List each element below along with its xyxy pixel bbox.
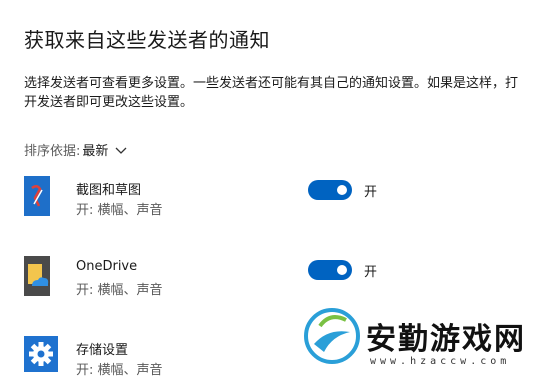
sort-dropdown[interactable]: 排序依据: 最新	[24, 140, 128, 159]
page-title: 获取来自这些发送者的通知	[24, 28, 270, 52]
snip-sketch-icon	[24, 176, 50, 216]
sort-label: 排序依据:	[24, 144, 81, 159]
app-status: 开: 横幅、声音	[76, 363, 163, 378]
chevron-down-icon	[115, 147, 127, 154]
toggle-label: 开	[364, 185, 378, 200]
app-status: 开: 横幅、声音	[76, 203, 163, 218]
toggle-label: 开	[364, 265, 378, 280]
notification-toggle[interactable]	[308, 180, 352, 200]
watermark: 安勤游戏网 www.hzaccw.com	[300, 292, 553, 374]
app-name: 截图和草图	[76, 183, 142, 198]
app-row-snip-sketch[interactable]: 截图和草图 开: 横幅、声音 开	[24, 176, 529, 222]
watermark-text: 安勤游戏网	[366, 322, 526, 357]
watermark-logo-icon	[304, 308, 360, 364]
gear-icon	[24, 336, 58, 372]
app-status: 开: 横幅、声音	[76, 283, 163, 298]
sort-value: 最新	[82, 144, 109, 159]
onedrive-icon	[24, 256, 50, 296]
notification-toggle[interactable]	[308, 260, 352, 280]
app-name: OneDrive	[76, 259, 138, 274]
app-name: 存储设置	[76, 343, 129, 358]
page-description: 选择发送者可查看更多设置。一些发送者还可能有其自己的通知设置。如果是这样，打开发…	[24, 76, 519, 110]
watermark-url: www.hzaccw.com	[370, 356, 511, 367]
